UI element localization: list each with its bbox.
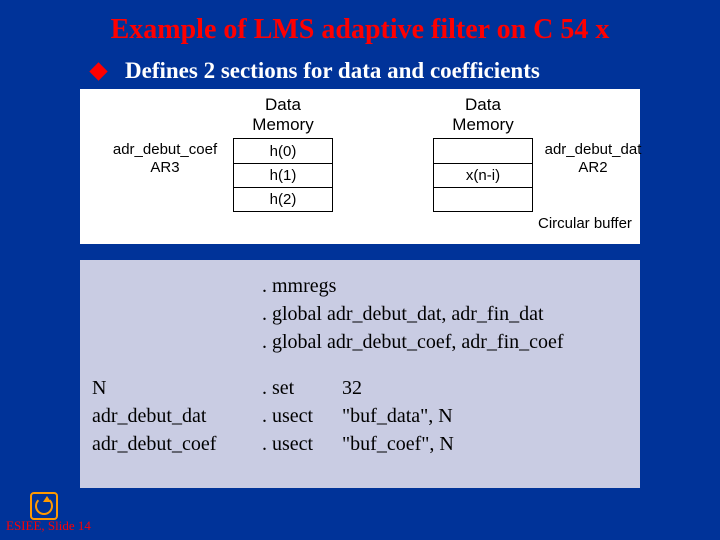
pointer-label-left: adr_debut_coef AR3	[100, 141, 230, 177]
code-arg: "buf_coef", N	[338, 430, 632, 458]
memory-box-right: x(n-i)	[433, 138, 533, 212]
code-label: adr_debut_coef	[88, 430, 258, 458]
slide-subtitle: Defines 2 sections for data and coeffici…	[125, 58, 540, 84]
code-directive: . set	[258, 374, 338, 402]
memory-col-right: Data Memory x(n-i)	[433, 95, 533, 212]
memory-header-left: Data Memory	[233, 95, 333, 134]
memory-cell	[434, 187, 532, 211]
pointer-register-text: AR3	[100, 159, 230, 177]
pointer-label-text: adr_debut_dat	[538, 141, 648, 159]
code-label: adr_debut_dat	[88, 402, 258, 430]
code-panel: . mmregs . global adr_debut_dat, adr_fin…	[80, 260, 640, 488]
code-row: adr_debut_dat . usect "buf_data", N	[88, 402, 632, 430]
memory-box-left: h(0) h(1) h(2)	[233, 138, 333, 212]
code-directive: . usect	[258, 402, 338, 430]
circular-buffer-label: Circular buffer	[538, 215, 632, 232]
code-directive: . mmregs	[258, 272, 632, 300]
code-table: . mmregs . global adr_debut_dat, adr_fin…	[88, 272, 632, 458]
memory-cell	[434, 139, 532, 163]
pointer-register-text: AR2	[538, 159, 648, 177]
code-row: N . set 32	[88, 374, 632, 402]
memory-cell: x(n-i)	[434, 163, 532, 187]
return-icon	[30, 492, 58, 520]
memory-cell: h(2)	[234, 187, 332, 211]
footer-text: ESIEE, Slide 14	[6, 518, 91, 534]
code-row: . mmregs	[88, 272, 632, 300]
code-directive: . global adr_debut_coef, adr_fin_coef	[258, 328, 632, 356]
bullet-diamond-icon	[89, 62, 107, 80]
code-label: N	[88, 374, 258, 402]
code-row: adr_debut_coef . usect "buf_coef", N	[88, 430, 632, 458]
diagram-panel: Data Memory h(0) h(1) h(2) Data Memory x…	[80, 89, 640, 244]
memory-header-right: Data Memory	[433, 95, 533, 134]
pointer-label-text: adr_debut_coef	[100, 141, 230, 159]
code-arg: "buf_data", N	[338, 402, 632, 430]
code-directive: . global adr_debut_dat, adr_fin_dat	[258, 300, 632, 328]
code-arg: 32	[338, 374, 632, 402]
code-directive: . usect	[258, 430, 338, 458]
memory-cell: h(0)	[234, 139, 332, 163]
memory-cell: h(1)	[234, 163, 332, 187]
bullet-row: Defines 2 sections for data and coeffici…	[92, 58, 720, 84]
slide-title: Example of LMS adaptive filter on C 54 x	[0, 0, 720, 46]
code-row: . global adr_debut_dat, adr_fin_dat	[88, 300, 632, 328]
memory-col-left: Data Memory h(0) h(1) h(2)	[233, 95, 333, 212]
pointer-label-right: adr_debut_dat AR2	[538, 141, 648, 177]
code-row: . global adr_debut_coef, adr_fin_coef	[88, 328, 632, 356]
